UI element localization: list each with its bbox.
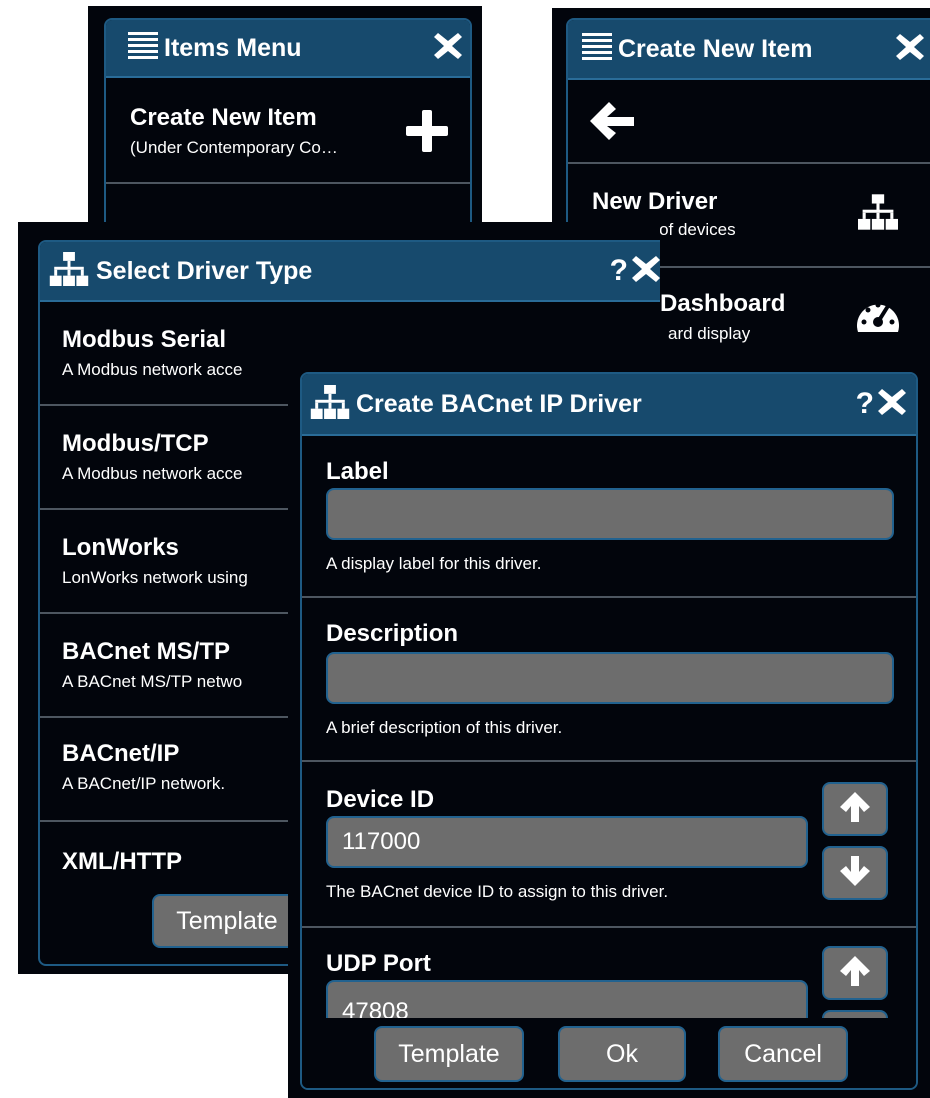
list-item-subtitle: (Under Contemporary Co… [130, 138, 338, 157]
list-item-title: LonWorks [62, 534, 179, 561]
device-id-decrement-button[interactable] [822, 846, 888, 900]
list-item-subtitle: A BACnet MS/TP netwo [62, 672, 243, 691]
list-item-subtitle: LonWorks network using [62, 568, 248, 587]
list-item-subtitle: A Modbus network acce [62, 360, 243, 379]
udp-port-field-label: UDP Port [326, 950, 431, 977]
dialog-footer: Template Ok Cancel [302, 1018, 916, 1088]
label-field-label: Label [326, 458, 389, 485]
list-item-title: XML/HTTP [62, 848, 182, 875]
close-icon[interactable] [878, 388, 906, 420]
create-bacnet-panel: Create BACnet IP Driver ? Label A displa… [300, 372, 918, 1090]
create-bacnet-titlebar: Create BACnet IP Driver ? [302, 374, 916, 436]
list-item-subtitle: A BACnet/IP network. [62, 774, 226, 793]
create-bacnet-window: Create BACnet IP Driver ? Label A displa… [288, 358, 930, 1098]
help-icon[interactable]: ? [856, 389, 874, 419]
label-help: A display label for this driver. [326, 554, 542, 573]
items-menu-title: Items Menu [164, 33, 302, 62]
list-item-subtitle: ard display [668, 324, 751, 343]
plus-icon [406, 110, 448, 157]
device-id-help: The BACnet device ID to assign to this d… [326, 882, 669, 901]
description-help: A brief description of this driver. [326, 718, 563, 737]
list-item-title: Modbus/TCP [62, 430, 209, 457]
arrow-up-icon [840, 955, 870, 991]
description-field-group: Description A brief description of this … [302, 598, 916, 762]
network-icon [48, 251, 90, 291]
network-icon [310, 384, 350, 424]
list-icon [582, 33, 612, 65]
items-menu-window: Items Menu Create New Item (Under Contem… [88, 6, 482, 246]
list-item-title: Dashboard [660, 290, 786, 317]
description-field-label: Description [326, 620, 459, 647]
list-item-title: BACnet MS/TP [62, 638, 230, 665]
description-input[interactable] [326, 652, 894, 704]
network-icon [858, 194, 898, 235]
cancel-button[interactable]: Cancel [718, 1026, 848, 1082]
list-item-subtitle: A Modbus network acce [62, 464, 243, 483]
device-id-field-label: Device ID [326, 786, 435, 813]
list-item-title: Create New Item [130, 104, 317, 131]
close-icon[interactable] [632, 255, 660, 287]
ok-button[interactable]: Ok [558, 1026, 686, 1082]
list-item-title: BACnet/IP [62, 740, 180, 767]
list-item-title: Modbus Serial [62, 326, 227, 353]
device-id-field-group: Device ID 117000 The BACnet device ID to… [302, 762, 916, 928]
gauge-icon [854, 296, 902, 341]
close-icon[interactable] [434, 32, 462, 64]
device-id-input[interactable]: 117000 [326, 816, 808, 868]
list-item-create-new-item[interactable]: Create New Item (Under Contemporary Co… [106, 78, 470, 184]
label-input[interactable] [326, 488, 894, 540]
back-arrow-icon[interactable] [590, 102, 634, 145]
items-menu-panel: Items Menu Create New Item (Under Contem… [104, 18, 472, 246]
select-driver-titlebar: Select Driver Type ? [40, 242, 660, 302]
back-row[interactable] [568, 80, 930, 164]
help-icon[interactable]: ? [610, 256, 628, 286]
list-icon [128, 32, 158, 64]
create-new-item-title: Create New Item [618, 34, 813, 63]
template-button[interactable]: Template [374, 1026, 524, 1082]
arrow-down-icon [840, 855, 870, 891]
udp-port-increment-button[interactable] [822, 946, 888, 1000]
device-id-increment-button[interactable] [822, 782, 888, 836]
items-menu-titlebar: Items Menu [106, 20, 470, 78]
list-item-title: New Driver [592, 188, 718, 215]
create-new-item-titlebar: Create New Item [568, 20, 930, 80]
udp-port-field-group: UDP Port 47808 [302, 928, 916, 1064]
select-driver-title: Select Driver Type [96, 256, 313, 285]
template-button[interactable]: Template [152, 894, 302, 948]
arrow-up-icon [840, 791, 870, 827]
label-field-group: Label A display label for this driver. [302, 436, 916, 598]
create-bacnet-title: Create BACnet IP Driver [356, 389, 642, 418]
close-icon[interactable] [896, 33, 924, 65]
